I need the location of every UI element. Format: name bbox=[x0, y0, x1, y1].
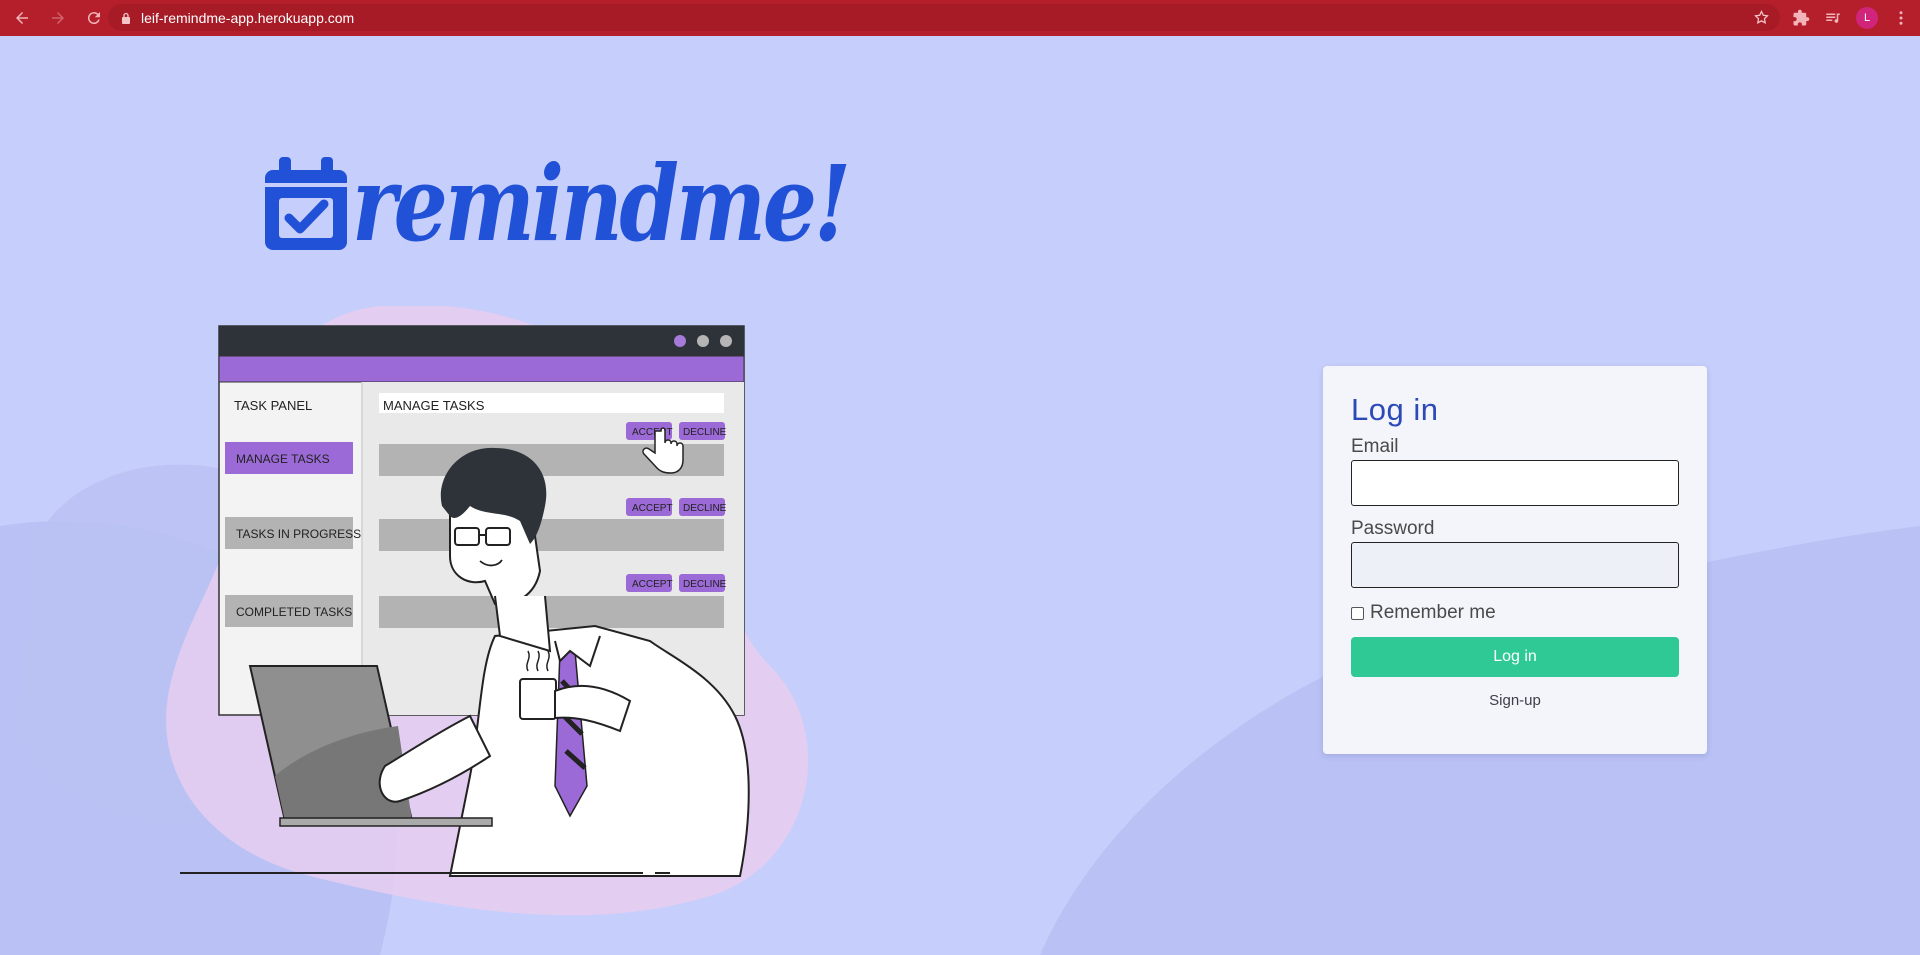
login-button[interactable]: Log in bbox=[1351, 637, 1679, 677]
forward-button[interactable] bbox=[44, 4, 72, 32]
illus-decline-label: DECLINE bbox=[683, 579, 727, 590]
password-field[interactable] bbox=[1351, 542, 1679, 588]
browser-toolbar: leif-remindme-app.herokuapp.com L bbox=[0, 0, 1920, 36]
password-label: Password bbox=[1351, 518, 1435, 539]
logo-wordmark: remindme! bbox=[352, 142, 851, 265]
remember-me-label: Remember me bbox=[1370, 602, 1496, 623]
forward-arrow-icon bbox=[52, 12, 64, 24]
extensions-puzzle-icon[interactable] bbox=[1792, 9, 1810, 27]
remember-me-checkbox[interactable] bbox=[1351, 606, 1364, 620]
bookmark-star-icon[interactable] bbox=[1753, 9, 1770, 26]
hero-illustration: TASK PANEL MANAGE TASKS MANAGE TASKS TAS… bbox=[166, 306, 809, 916]
calendar-check-icon bbox=[265, 157, 347, 250]
illus-decline-label: DECLINE bbox=[683, 503, 727, 514]
login-card: Log in Email Password Remember me Log in… bbox=[1323, 366, 1707, 754]
remember-me-row: Remember me bbox=[1351, 602, 1679, 624]
media-queue-icon[interactable] bbox=[1824, 9, 1842, 27]
illus-sidebar-item: MANAGE TASKS bbox=[236, 452, 330, 466]
url-text: leif-remindme-app.herokuapp.com bbox=[141, 9, 355, 26]
app-logo: remindme! bbox=[262, 152, 957, 256]
illus-sidebar-item: TASKS IN PROGRESS bbox=[236, 527, 361, 541]
illus-accept-label: ACCEPT bbox=[632, 579, 673, 590]
illus-accept-label: ACCEPT bbox=[632, 427, 673, 438]
illus-header: MANAGE TASKS bbox=[383, 398, 485, 413]
profile-avatar[interactable]: L bbox=[1856, 7, 1878, 29]
email-label: Email bbox=[1351, 436, 1399, 457]
illus-panel-title: TASK PANEL bbox=[234, 398, 312, 413]
more-menu-icon[interactable] bbox=[1892, 9, 1910, 27]
back-button[interactable] bbox=[8, 4, 36, 32]
reload-icon bbox=[87, 12, 100, 25]
illus-accept-label: ACCEPT bbox=[632, 503, 673, 514]
page-background: remindme! TASK PANEL MANAGE TASKS MANAGE… bbox=[0, 36, 1920, 955]
reload-button[interactable] bbox=[80, 4, 108, 32]
address-bar[interactable]: leif-remindme-app.herokuapp.com bbox=[108, 4, 1780, 31]
illus-sidebar-item: COMPLETED TASKS bbox=[236, 605, 352, 619]
signup-link[interactable]: Sign-up bbox=[1351, 692, 1679, 709]
back-arrow-icon bbox=[16, 12, 28, 24]
email-field[interactable] bbox=[1351, 460, 1679, 506]
lock-icon bbox=[122, 12, 130, 24]
illus-decline-label: DECLINE bbox=[683, 427, 727, 438]
login-title: Log in bbox=[1351, 392, 1439, 427]
